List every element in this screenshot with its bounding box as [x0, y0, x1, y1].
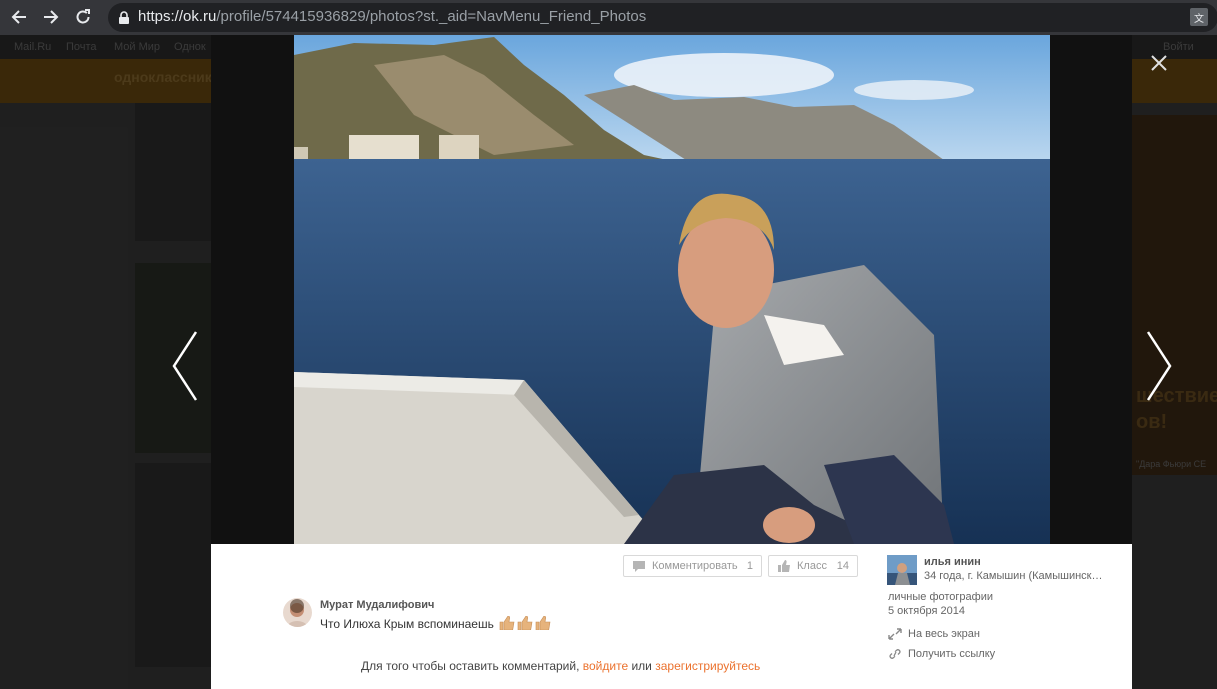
like-count: 14 — [836, 560, 849, 572]
fullscreen-label: На весь экран — [908, 628, 980, 640]
thumbs-up-icon — [778, 560, 790, 572]
url-host: https://ok.ru — [138, 8, 217, 25]
thumbs-up-emoji-icon — [499, 616, 515, 630]
comment-icon — [633, 561, 645, 572]
lock-icon — [119, 11, 129, 24]
register-link[interactable]: зарегистрируйтесь — [655, 659, 760, 673]
main-photo — [294, 35, 1050, 544]
comment-text: Что Илюха Крым вспоминаешь — [320, 616, 551, 631]
comment-button-label: Комментировать — [652, 560, 738, 572]
thumbs-up-emoji-icon — [517, 616, 533, 630]
browser-toolbar: https://ok.ru/profile/574415936829/photo… — [0, 0, 1217, 35]
comment-author[interactable]: Мурат Мудалифович — [320, 599, 434, 611]
owner-info: 34 года, г. Камышин (Камышинск… — [924, 570, 1103, 582]
reload-icon[interactable] — [72, 6, 94, 28]
login-prompt-text: Для того чтобы оставить комментарий, — [361, 659, 580, 673]
album-link[interactable]: личные фотографии — [888, 591, 993, 603]
photo-info-panel: Комментировать 1 Класс 14 Мурат Мудалифо… — [211, 544, 1132, 689]
back-arrow-icon[interactable] — [8, 6, 30, 28]
thumbs-up-emoji-icon — [535, 616, 551, 630]
fullscreen-button[interactable]: На весь экран — [888, 628, 980, 640]
get-link-button[interactable]: Получить ссылку — [888, 648, 995, 660]
next-photo-arrow-icon[interactable] — [1144, 330, 1174, 402]
login-or-text: или — [631, 659, 652, 673]
comment-count: 1 — [746, 560, 753, 572]
link-icon — [889, 649, 901, 659]
like-button-label: Класс — [797, 560, 827, 572]
address-bar[interactable]: https://ok.ru/profile/574415936829/photo… — [108, 3, 1217, 32]
photo-date: 5 октября 2014 — [888, 605, 965, 617]
login-prompt: Для того чтобы оставить комментарий, вой… — [361, 659, 760, 673]
expand-icon — [888, 628, 902, 640]
like-button[interactable]: Класс 14 — [768, 555, 858, 577]
comment-button[interactable]: Комментировать 1 — [623, 555, 762, 577]
login-link[interactable]: войдите — [583, 659, 628, 673]
owner-avatar[interactable] — [887, 555, 917, 585]
commenter-avatar[interactable] — [283, 598, 312, 627]
owner-name[interactable]: илья инин — [924, 556, 981, 568]
translate-icon[interactable]: 文 — [1190, 8, 1208, 26]
comment-body: Что Илюха Крым вспоминаешь — [320, 617, 494, 631]
photo-viewer: Комментировать 1 Класс 14 Мурат Мудалифо… — [211, 35, 1132, 689]
close-icon[interactable] — [1149, 53, 1169, 73]
forward-arrow-icon[interactable] — [40, 6, 62, 28]
url-text: https://ok.ru/profile/574415936829/photo… — [138, 8, 646, 25]
get-link-label: Получить ссылку — [908, 648, 996, 660]
url-path: /profile/574415936829/photos?st._aid=Nav… — [216, 8, 647, 25]
previous-photo-arrow-icon[interactable] — [170, 330, 200, 402]
